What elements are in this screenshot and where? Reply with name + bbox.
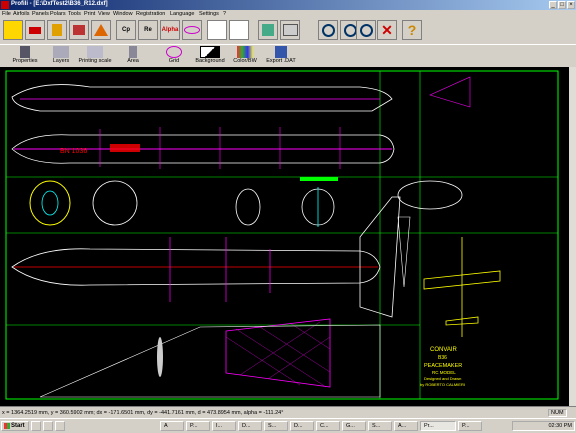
menu-file[interactable]: File <box>2 11 11 17</box>
start-button[interactable]: Start <box>1 421 29 431</box>
taskbar-item[interactable]: I... <box>212 421 236 431</box>
chart-icon[interactable] <box>229 20 249 40</box>
menu-print[interactable]: Print <box>84 11 95 17</box>
taskbar-item-profili[interactable]: Pr... <box>420 421 456 431</box>
menu-settings[interactable]: Settings <box>199 11 219 17</box>
main-toolbar: Cp Re Alpha ✕ ? <box>0 18 576 44</box>
airfoil-edit-icon[interactable] <box>69 20 89 40</box>
airfoil-database-icon[interactable] <box>25 20 45 40</box>
maximize-button[interactable]: □ <box>558 1 566 9</box>
menu-language[interactable]: Language <box>170 11 194 17</box>
section-base <box>300 177 338 181</box>
taskbar-item[interactable]: A <box>160 421 184 431</box>
cad-drawing: CONVAIR B36 PEACEMAKER RC MODEL Designed… <box>0 67 569 406</box>
image-glyph <box>262 24 274 36</box>
title-b36: B36 <box>438 355 447 361</box>
menu-view[interactable]: View <box>98 11 110 17</box>
compare-icon[interactable] <box>207 20 227 40</box>
quicklaunch-3[interactable] <box>55 421 65 431</box>
airfoil-glyph <box>184 26 200 34</box>
minimize-button[interactable]: _ <box>549 1 557 9</box>
export-dat-icon <box>275 46 287 58</box>
background-icon <box>200 46 220 58</box>
layers-icon <box>53 46 69 58</box>
title-peacemaker: PEACEMAKER <box>424 363 462 369</box>
menu-help[interactable]: ? <box>223 11 226 17</box>
menu-polars[interactable]: Polars <box>50 11 66 17</box>
magnifier-glyph <box>359 23 373 37</box>
open-folder-icon[interactable] <box>3 20 23 40</box>
print-icon[interactable] <box>280 20 300 40</box>
zoom-window-icon[interactable] <box>356 20 376 40</box>
help-icon[interactable]: ? <box>402 20 422 40</box>
export-dat-button[interactable]: Export .DAT <box>256 45 306 67</box>
menu-registration[interactable]: Registration <box>136 11 165 17</box>
re-button[interactable]: Re <box>138 20 158 40</box>
grid-icon <box>166 46 182 58</box>
airfoil-list-icon[interactable] <box>47 20 67 40</box>
drawing-background <box>0 67 569 406</box>
coordinates-readout: x = 1364.2519 mm, y = 360.5902 mm; dx = … <box>2 410 284 416</box>
app-icon[interactable] <box>1 1 9 9</box>
menu-bar: File Airfoils Panels Polars Tools Print … <box>0 10 576 18</box>
clock: 02:30 PM <box>548 423 572 429</box>
menu-airfoils[interactable]: Airfoils <box>13 11 30 17</box>
close-button[interactable]: × <box>567 1 575 9</box>
title-bar: Profili - [E:\DxfTest2\B36_R12.dxf] _ □ … <box>0 0 576 10</box>
marker-red <box>110 144 140 152</box>
title-convair: CONVAIR <box>430 347 458 353</box>
zoom-in-icon[interactable] <box>318 20 338 40</box>
panels-glyph <box>94 24 108 36</box>
alpha-button[interactable]: Alpha <box>160 20 180 40</box>
properties-icon <box>20 46 30 58</box>
taskbar-item[interactable]: S... <box>368 421 392 431</box>
start-label: Start <box>11 423 25 429</box>
menu-tools[interactable]: Tools <box>68 11 81 17</box>
magnifier-glyph <box>321 23 335 37</box>
taskbar-item[interactable]: P... <box>458 421 482 431</box>
taskbar-item[interactable]: C... <box>316 421 340 431</box>
printing-scale-icon <box>87 46 103 58</box>
edit-glyph <box>73 25 85 35</box>
title-rc-model: RC MODEL <box>432 370 456 375</box>
menu-panels[interactable]: Panels <box>32 11 49 17</box>
taskbar-item[interactable]: G... <box>342 421 366 431</box>
taskbar-item[interactable]: S... <box>264 421 288 431</box>
area-icon <box>129 46 137 58</box>
color-bw-icon <box>237 46 253 58</box>
cp-button[interactable]: Cp <box>116 20 136 40</box>
drawing-canvas[interactable]: CONVAIR B36 PEACEMAKER RC MODEL Designed… <box>0 67 569 406</box>
menu-window[interactable]: Window <box>113 11 133 17</box>
window-title: Profili - [E:\DxfTest2\B36_R12.dxf] <box>11 1 108 7</box>
title-designed: Designed and Drawn <box>424 376 461 381</box>
taskbar: Start A P... I... D... S... D... C... G.… <box>0 418 576 433</box>
system-tray: 02:30 PM <box>512 421 575 431</box>
panels-icon[interactable] <box>91 20 111 40</box>
title-author: by ROBERTO CALMIERI <box>420 382 465 387</box>
magnifier-glyph <box>343 23 357 37</box>
side-marking: BN 1036 <box>60 148 87 155</box>
num-lock-indicator: NUM <box>548 409 567 417</box>
taskbar-item[interactable]: D... <box>290 421 314 431</box>
taskbar-item[interactable]: D... <box>238 421 262 431</box>
quicklaunch-2[interactable] <box>43 421 53 431</box>
windows-logo-icon <box>4 423 10 429</box>
list-glyph <box>52 24 62 36</box>
taskbar-item[interactable]: A... <box>394 421 418 431</box>
printer-glyph <box>282 24 298 36</box>
export-dat-label: Export .DAT <box>266 58 296 64</box>
database-glyph <box>29 26 41 34</box>
image-icon[interactable] <box>258 20 278 40</box>
vertical-scrollbar[interactable] <box>569 67 576 406</box>
propeller-blade <box>157 337 163 377</box>
quicklaunch-1[interactable] <box>31 421 41 431</box>
airfoil-plot-icon[interactable] <box>182 20 202 40</box>
close-drawing-icon[interactable]: ✕ <box>377 20 397 40</box>
taskbar-item[interactable]: P... <box>186 421 210 431</box>
drawing-toolbar: Properties Layers Printing scale Area Gr… <box>0 44 576 67</box>
